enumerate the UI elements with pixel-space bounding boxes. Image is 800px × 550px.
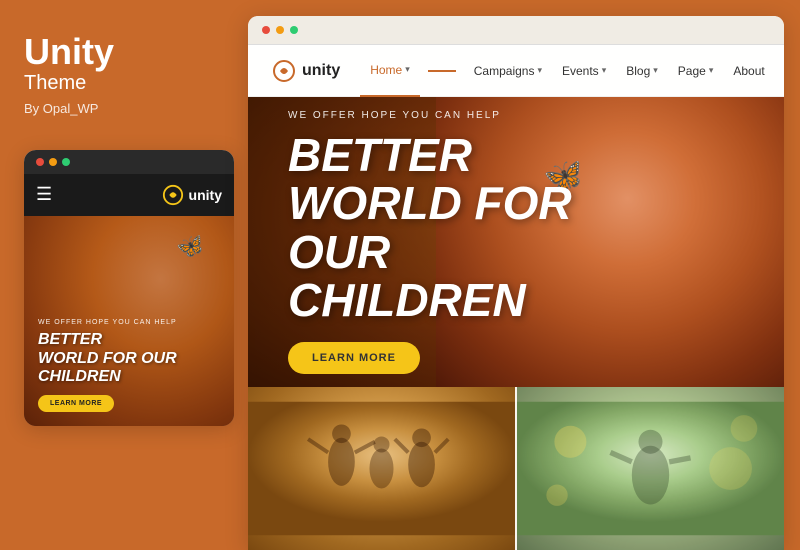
dot-red [36, 158, 44, 166]
desktop-navbar: unity Home ▾ Campaigns ▾ Events ▾ Blog [248, 45, 784, 97]
mobile-logo-text: unity [189, 187, 222, 203]
unity-logo-icon [162, 184, 184, 206]
main-area: unity Home ▾ Campaigns ▾ Events ▾ Blog [248, 16, 784, 550]
desktop-bottom-section [248, 387, 784, 550]
nav-item-about[interactable]: About [723, 45, 774, 97]
nav-item-page[interactable]: Page ▾ [668, 45, 724, 97]
desktop-hero: 🦋 WE OFFER HOPE YOU CAN HELP BETTER WORL… [248, 97, 784, 387]
hamburger-icon[interactable]: ☰ [36, 184, 52, 205]
nav-item-campaigns[interactable]: Campaigns ▾ [464, 45, 552, 97]
chevron-down-icon: ▾ [653, 65, 658, 76]
mobile-nav: ☰ unity [24, 174, 234, 216]
dot-green [62, 158, 70, 166]
hero-headline: BETTER WORLD FOR OUR CHILDREN [288, 131, 628, 324]
desktop-logo[interactable]: unity [272, 59, 340, 83]
hero-cta-button[interactable]: LEARN MORE [288, 342, 420, 374]
mobile-browser-bar [24, 150, 234, 174]
mobile-preview-card: ☰ unity 🦋 WE OFFER HOPE YOU CAN HELP BET… [24, 150, 234, 426]
chevron-down-icon: ▾ [537, 65, 542, 76]
mobile-hero-headline: BETTER WORLD FOR OUR CHILDREN [38, 331, 220, 386]
browser-dot-yellow [276, 26, 284, 34]
desktop-logo-icon [272, 59, 296, 83]
hero-tagline: WE OFFER HOPE YOU CAN HELP [288, 110, 628, 121]
nav-item-home[interactable]: Home ▾ [360, 45, 420, 97]
bottom-card-right-image [517, 387, 784, 550]
browser-bar [248, 16, 784, 45]
dot-yellow [49, 158, 57, 166]
desktop-logo-text: unity [302, 62, 340, 80]
nav-separator [428, 70, 456, 72]
nav-item-contact[interactable]: Contact [775, 45, 784, 97]
nav-item-blog[interactable]: Blog ▾ [616, 45, 668, 97]
mobile-hero: 🦋 WE OFFER HOPE YOU CAN HELP BETTER WORL… [24, 216, 234, 426]
bottom-card-left-image [248, 387, 515, 550]
chevron-down-icon: ▾ [405, 64, 410, 75]
browser-dot-green [290, 26, 298, 34]
chevron-down-icon: ▾ [602, 65, 607, 76]
hero-content: WE OFFER HOPE YOU CAN HELP BETTER WORLD … [248, 110, 668, 374]
sidebar: Unity Theme By Opal_WP ☰ unity 🦋 [0, 0, 248, 550]
mobile-hero-tagline: WE OFFER HOPE YOU CAN HELP [38, 319, 220, 326]
mobile-cta-button[interactable]: LEARN MORE [38, 395, 114, 412]
browser-dot-red [262, 26, 270, 34]
website-preview: unity Home ▾ Campaigns ▾ Events ▾ Blog [248, 45, 784, 550]
sidebar-author: By Opal_WP [24, 101, 224, 116]
mobile-logo: unity [162, 184, 222, 206]
nav-links: Home ▾ Campaigns ▾ Events ▾ Blog ▾ Page [360, 45, 784, 97]
chevron-down-icon: ▾ [709, 65, 714, 76]
bottom-card-left [248, 387, 515, 550]
sidebar-title: Unity [24, 32, 224, 72]
sidebar-subtitle: Theme [24, 72, 224, 95]
nav-item-events[interactable]: Events ▾ [552, 45, 616, 97]
bottom-card-right [517, 387, 784, 550]
